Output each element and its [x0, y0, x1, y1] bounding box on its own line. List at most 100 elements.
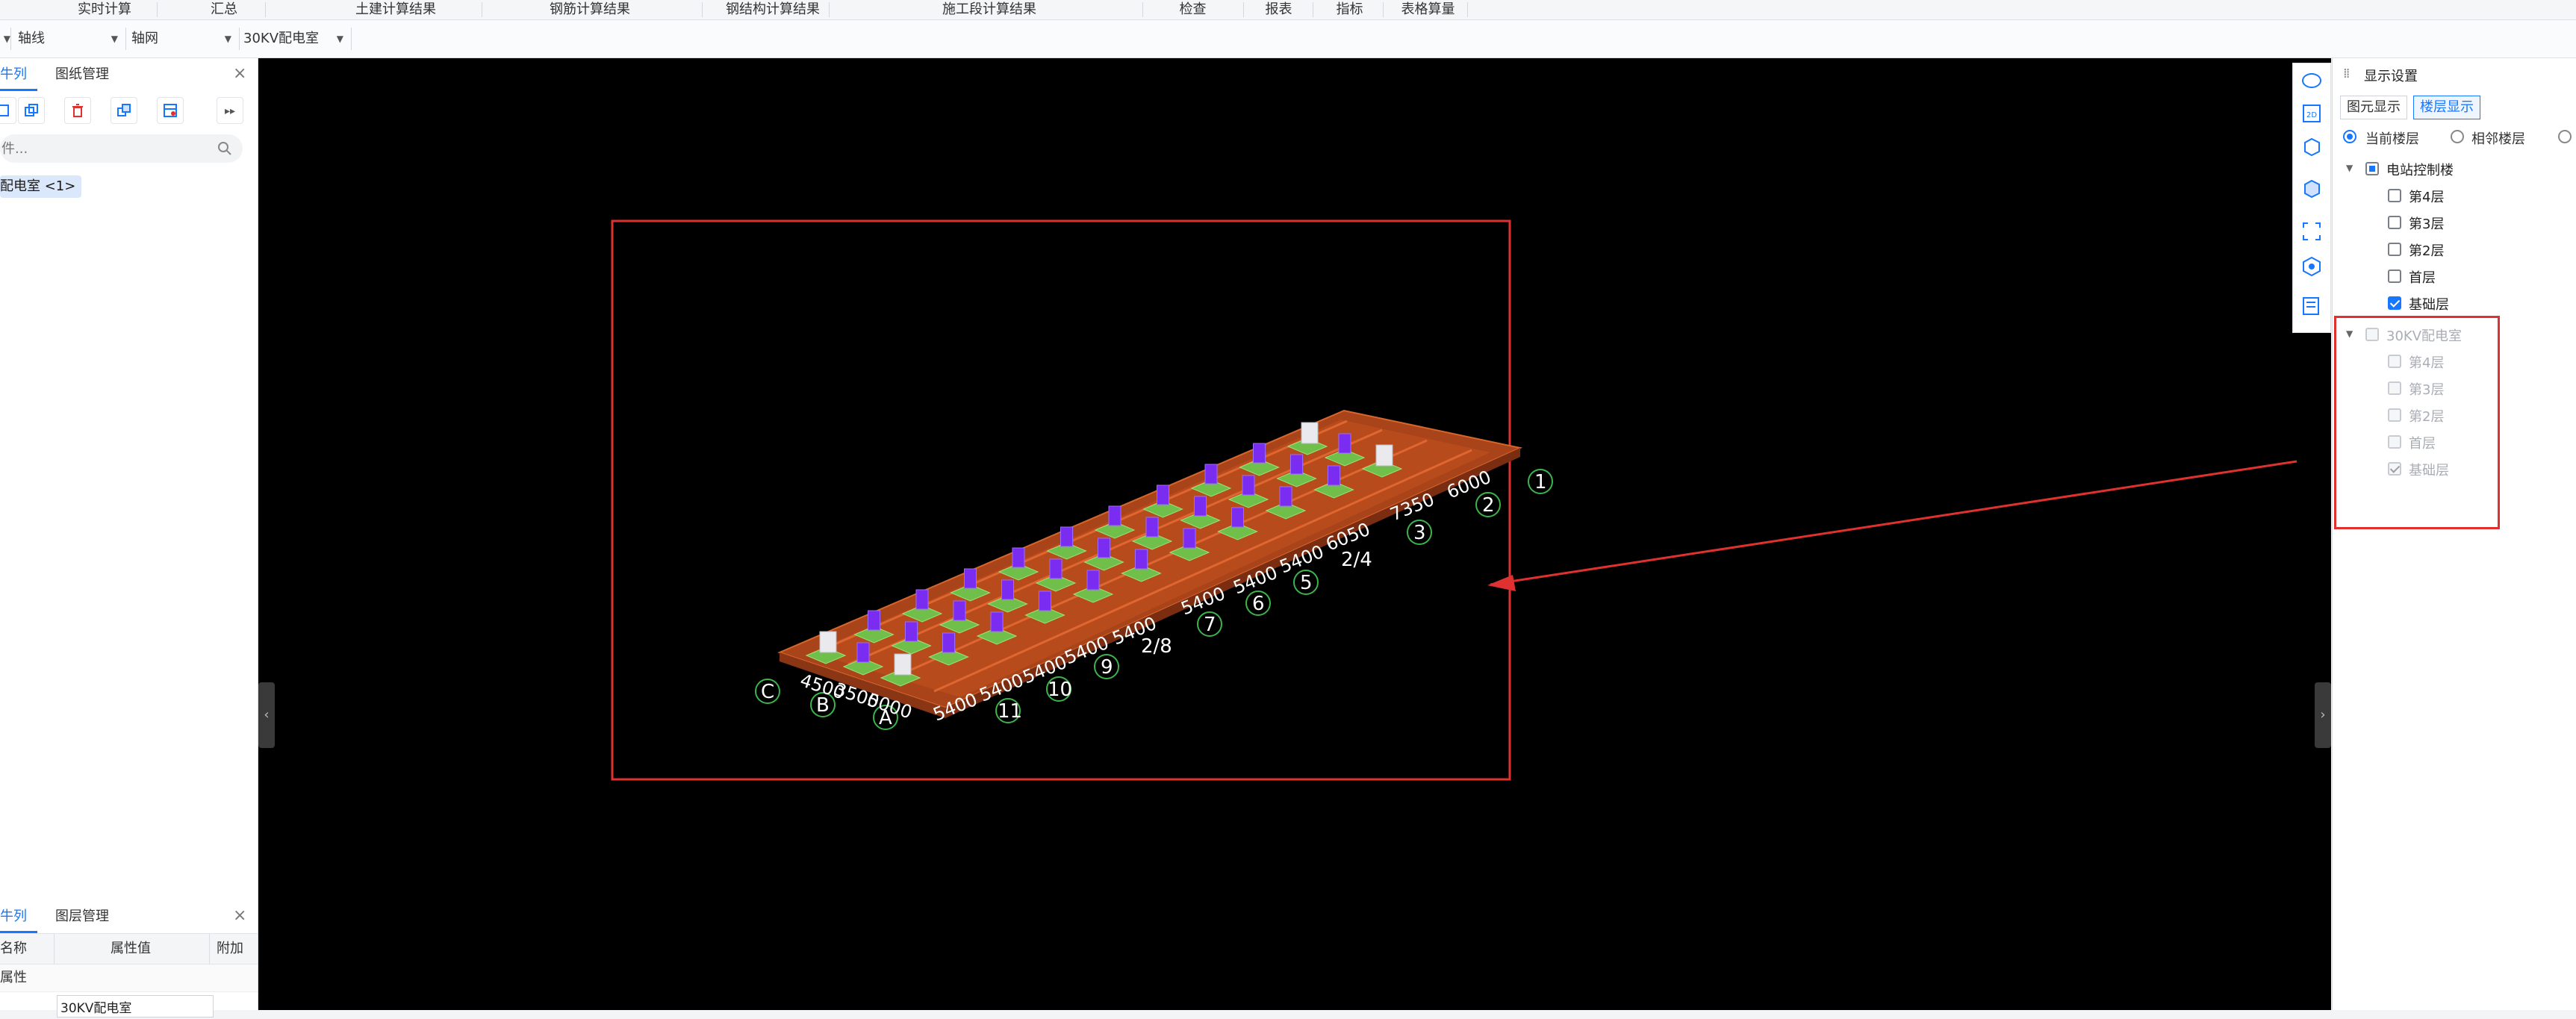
axis-bubble-2-4: 2/4: [1341, 549, 1372, 571]
property-row: [0, 992, 258, 1019]
orbit-icon[interactable]: [2300, 69, 2323, 92]
property-group-header[interactable]: 属性: [0, 965, 258, 992]
svg-text:2: 2: [1482, 494, 1495, 517]
dropdown-caret-partial[interactable]: ▼: [0, 26, 13, 52]
column: [1012, 547, 1025, 568]
component-subtype-dropdown[interactable]: 轴网 ▼: [131, 26, 236, 52]
3d-box-icon[interactable]: [2300, 135, 2323, 158]
radio-adjacent-floor[interactable]: [2451, 130, 2464, 143]
column: [1108, 505, 1121, 526]
fit-view-icon[interactable]: [2300, 220, 2323, 243]
col-value: 属性值: [111, 941, 151, 956]
column: [915, 589, 929, 610]
column: [1231, 507, 1244, 528]
ribbon-report[interactable]: 报表: [1258, 0, 1299, 19]
column: [1253, 443, 1266, 464]
b1-floor-3-label: 第3层: [2409, 216, 2445, 232]
toolbar-divider: [239, 28, 240, 50]
b1-floor-2-checkbox[interactable]: [2388, 243, 2401, 256]
radio-current-floor[interactable]: [2343, 130, 2356, 143]
column: [953, 600, 966, 621]
column-divider: [209, 934, 210, 964]
tab-drawing-manage[interactable]: 图纸管理: [55, 58, 109, 91]
more-icon[interactable]: ▸▸: [217, 97, 243, 124]
b1-ground-floor-checkbox[interactable]: [2388, 269, 2401, 283]
column: [990, 611, 1004, 632]
ribbon-summary[interactable]: 汇总: [187, 0, 261, 19]
axis-bubble-7: 7: [1197, 611, 1222, 637]
column: [1290, 454, 1303, 475]
column: [905, 621, 918, 642]
component-search-box: [0, 134, 243, 163]
toolbar-divider: [125, 28, 126, 50]
tab-floor-display[interactable]: 楼层显示: [2413, 96, 2480, 119]
axis-bubble-5: 5: [1293, 570, 1319, 595]
close-icon[interactable]: ×: [233, 906, 246, 925]
new-component-icon[interactable]: [0, 97, 16, 124]
ribbon-stage-results[interactable]: 施工段计算结果: [933, 0, 1045, 19]
duplicate-layer-icon[interactable]: [111, 97, 137, 124]
3d-viewport[interactable]: ‹ › 1 2 3 2/4 5 6 7 2/8 9 10 11 C B A 60…: [258, 58, 2331, 1010]
tab-layer-manage[interactable]: 图层管理: [55, 900, 109, 933]
tab-component-list[interactable]: 牛列表: [0, 58, 37, 115]
property-value-input[interactable]: [57, 995, 214, 1018]
component-type-dropdown[interactable]: 轴线 ▼: [18, 26, 122, 52]
col-extra: 附加: [217, 941, 243, 956]
column: [1183, 528, 1196, 549]
ribbon-steel-results[interactable]: 钢结构计算结果: [713, 0, 833, 19]
axis-bubble-10: 10: [1046, 676, 1072, 702]
ribbon-check[interactable]: 检查: [1172, 0, 1213, 19]
svg-text:5: 5: [1300, 572, 1313, 594]
ribbon-civil-results[interactable]: 土建计算结果: [343, 0, 448, 19]
b1-foundation-checkbox[interactable]: [2388, 296, 2401, 310]
copy-icon[interactable]: [18, 97, 45, 124]
building-dropdown[interactable]: 30KV配电室 ▼: [243, 26, 348, 52]
attribute-tabs: 牛列表 图层管理 ×: [0, 900, 258, 957]
axis-bubble-11: 11: [995, 698, 1022, 723]
tab-attribute-list[interactable]: 牛列表: [0, 900, 37, 957]
tab-element-display[interactable]: 图元显示: [2340, 96, 2407, 119]
2d-view-icon[interactable]: 2D: [2300, 102, 2323, 125]
svg-text:11: 11: [998, 700, 1022, 723]
radio-all-floors[interactable]: [2558, 130, 2572, 143]
close-icon[interactable]: ×: [233, 64, 246, 83]
layer-view-icon[interactable]: [2300, 255, 2323, 277]
axis-bubble-6: 6: [1245, 590, 1271, 616]
component-search-input[interactable]: [0, 134, 211, 163]
ribbon-table-quantity[interactable]: 表格算量: [1393, 0, 1463, 19]
b1-floor-4-label: 第4层: [2409, 190, 2445, 205]
drag-handle-icon[interactable]: ⁞⁞: [2343, 66, 2351, 81]
search-icon[interactable]: [217, 141, 232, 156]
table-settings-icon[interactable]: [157, 97, 184, 124]
svg-text:10: 10: [1048, 679, 1072, 701]
b1-floor-3-checkbox[interactable]: [2388, 216, 2401, 229]
ribbon-divider: [1467, 2, 1468, 17]
corner-column: [819, 631, 837, 653]
b1-floor-2-label: 第2层: [2409, 243, 2445, 259]
axis-bubble-2: 2: [1475, 492, 1501, 517]
annotation-highlight-box: [2334, 316, 2500, 529]
column: [1328, 465, 1340, 486]
annotation-arrow: [1487, 460, 2297, 591]
axis-bubble-9: 9: [1094, 654, 1119, 679]
b1-floor-4-checkbox[interactable]: [2388, 189, 2401, 202]
column: [1145, 517, 1159, 537]
ribbon-index[interactable]: 指标: [1329, 0, 1370, 19]
building-1-checkbox[interactable]: [2365, 162, 2379, 175]
view-tools-bar: 2D: [2292, 63, 2331, 333]
display-settings-panel: ⁞⁞ 显示设置 图元显示 楼层显示 当前楼层 相邻楼层 ▼ 电站控制楼 第4层 …: [2332, 58, 2576, 1010]
ribbon-divider: [1243, 2, 1244, 17]
expand-icon[interactable]: ▼: [2346, 163, 2353, 173]
axis-bubble-3: 3: [1407, 520, 1432, 545]
b1-ground-floor-label: 首层: [2409, 270, 2436, 286]
ribbon-realtime-calc[interactable]: 实时计算: [67, 0, 142, 19]
solid-view-icon[interactable]: [2300, 177, 2323, 199]
delete-icon[interactable]: [64, 97, 91, 124]
axis-bubble-2-8: 2/8: [1141, 635, 1172, 658]
column: [1001, 579, 1014, 600]
tree-item-substation[interactable]: 配电室 <1>: [0, 175, 82, 198]
ribbon-rebar-results[interactable]: 钢筋计算结果: [538, 0, 642, 19]
display-settings-icon[interactable]: [2300, 295, 2323, 317]
svg-text:3: 3: [1413, 522, 1426, 544]
foundation-slab: [777, 409, 1523, 718]
